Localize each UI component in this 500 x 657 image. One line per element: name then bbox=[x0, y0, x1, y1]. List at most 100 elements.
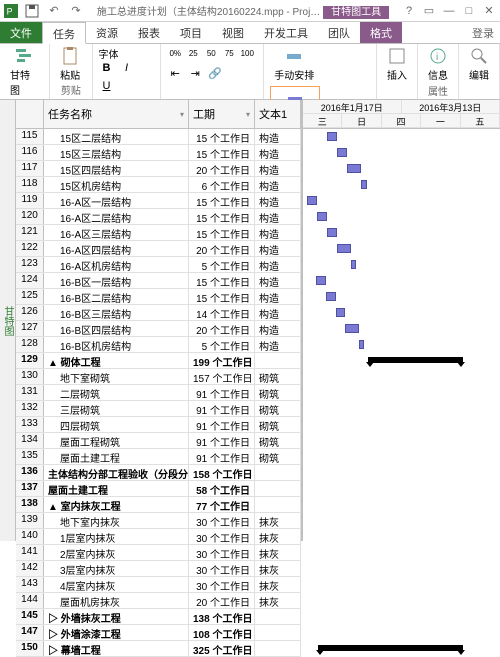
font-label[interactable]: 字体 bbox=[99, 46, 119, 61]
pct50-icon[interactable]: 50 bbox=[203, 46, 219, 60]
row-num[interactable]: 124 bbox=[16, 273, 44, 288]
row-num[interactable]: 128 bbox=[16, 337, 44, 352]
row-num[interactable]: 131 bbox=[16, 385, 44, 400]
text1-cell[interactable]: 构造 bbox=[255, 273, 301, 288]
duration-cell[interactable]: 138 个工作日 bbox=[189, 609, 255, 624]
duration-cell[interactable]: 15 个工作日 bbox=[189, 145, 255, 160]
pct0-icon[interactable]: 0% bbox=[167, 46, 183, 60]
link-icon[interactable]: 🔗 bbox=[207, 67, 223, 81]
info-button[interactable]: i信息 bbox=[424, 46, 452, 82]
duration-cell[interactable]: 91 个工作日 bbox=[189, 433, 255, 448]
task-name-cell[interactable]: 主体结构分部工程验收（分段分层） bbox=[44, 465, 189, 480]
paste-button[interactable]: 粘贴 bbox=[56, 46, 84, 82]
task-name-cell[interactable]: 二层砌筑 bbox=[44, 385, 189, 400]
text1-cell[interactable]: 抹灰 bbox=[255, 545, 301, 560]
text1-cell[interactable]: 构造 bbox=[255, 257, 301, 272]
task-name-cell[interactable]: 16-B区机房结构 bbox=[44, 337, 189, 352]
insert-button[interactable]: 插入 bbox=[383, 46, 411, 82]
task-name-cell[interactable]: 地下室内抹灰 bbox=[44, 513, 189, 528]
tab-file[interactable]: 文件 bbox=[0, 22, 42, 43]
row-num[interactable]: 130 bbox=[16, 369, 44, 384]
text1-cell[interactable]: 砌筑 bbox=[255, 449, 301, 464]
table-row[interactable]: 11615区三层结构15 个工作日构造 bbox=[16, 145, 301, 161]
task-name-cell[interactable]: ▲ 室内抹灰工程 bbox=[44, 497, 189, 512]
gantt-button[interactable]: 甘特图 bbox=[6, 46, 43, 97]
row-num[interactable]: 135 bbox=[16, 449, 44, 464]
task-name-cell[interactable]: 屋面机房抹灰 bbox=[44, 593, 189, 608]
table-row[interactable]: 150▷ 幕墙工程325 个工作日 bbox=[16, 641, 301, 657]
task-name-cell[interactable]: 15区三层结构 bbox=[44, 145, 189, 160]
undo-icon[interactable]: ↶ bbox=[46, 4, 62, 18]
row-num[interactable]: 118 bbox=[16, 177, 44, 192]
task-name-cell[interactable]: 16-B区二层结构 bbox=[44, 289, 189, 304]
task-name-cell[interactable]: 2层室内抹灰 bbox=[44, 545, 189, 560]
table-row[interactable]: 137屋面土建工程58 个工作日 bbox=[16, 481, 301, 497]
gantt-bar[interactable] bbox=[359, 340, 364, 349]
task-name-cell[interactable]: 屋面土建工程 bbox=[44, 449, 189, 464]
task-name-cell[interactable]: 16-B区一层结构 bbox=[44, 273, 189, 288]
row-num[interactable]: 144 bbox=[16, 593, 44, 608]
row-num[interactable]: 139 bbox=[16, 513, 44, 528]
text1-cell[interactable]: 构造 bbox=[255, 161, 301, 176]
task-name-cell[interactable]: 16-B区四层结构 bbox=[44, 321, 189, 336]
row-num[interactable]: 129 bbox=[16, 353, 44, 368]
table-row[interactable]: 147▷ 外墙涂漆工程108 个工作日 bbox=[16, 625, 301, 641]
duration-cell[interactable]: 91 个工作日 bbox=[189, 385, 255, 400]
text1-cell[interactable]: 砌筑 bbox=[255, 401, 301, 416]
duration-cell[interactable]: 5 个工作日 bbox=[189, 257, 255, 272]
duration-cell[interactable]: 30 个工作日 bbox=[189, 545, 255, 560]
gantt-bar[interactable] bbox=[326, 292, 336, 301]
table-row[interactable]: 139地下室内抹灰30 个工作日抹灰 bbox=[16, 513, 301, 529]
window-min-icon[interactable]: — bbox=[442, 5, 456, 17]
duration-cell[interactable]: 58 个工作日 bbox=[189, 481, 255, 496]
task-name-cell[interactable]: ▷ 外墙抹灰工程 bbox=[44, 609, 189, 624]
text1-cell[interactable]: 抹灰 bbox=[255, 529, 301, 544]
gantt-bar[interactable] bbox=[361, 180, 367, 189]
pct100-icon[interactable]: 100 bbox=[239, 46, 255, 60]
redo-icon[interactable]: ↷ bbox=[68, 4, 84, 18]
tab-project[interactable]: 项目 bbox=[170, 22, 212, 43]
duration-cell[interactable]: 15 个工作日 bbox=[189, 129, 255, 144]
table-row[interactable]: 1434层室内抹灰30 个工作日抹灰 bbox=[16, 577, 301, 593]
manual-button[interactable]: 手动安排 bbox=[270, 46, 318, 82]
table-row[interactable]: 135屋面土建工程91 个工作日砌筑 bbox=[16, 449, 301, 465]
task-name-cell[interactable]: 16-A区四层结构 bbox=[44, 241, 189, 256]
gantt-bar[interactable] bbox=[307, 196, 317, 205]
gantt-bar[interactable] bbox=[327, 228, 337, 237]
duration-cell[interactable]: 30 个工作日 bbox=[189, 577, 255, 592]
table-row[interactable]: 11815区机房结构6 个工作日构造 bbox=[16, 177, 301, 193]
duration-cell[interactable]: 199 个工作日 bbox=[189, 353, 255, 368]
row-num[interactable]: 142 bbox=[16, 561, 44, 576]
gantt-bar[interactable] bbox=[337, 244, 351, 253]
row-num[interactable]: 123 bbox=[16, 257, 44, 272]
row-num[interactable]: 147 bbox=[16, 625, 44, 640]
text1-cell[interactable]: 构造 bbox=[255, 209, 301, 224]
task-name-cell[interactable]: 4层室内抹灰 bbox=[44, 577, 189, 592]
tab-team[interactable]: 团队 bbox=[318, 22, 360, 43]
table-row[interactable]: 131二层砌筑91 个工作日砌筑 bbox=[16, 385, 301, 401]
text1-cell[interactable]: 抹灰 bbox=[255, 577, 301, 592]
table-row[interactable]: 11916-A区一层结构15 个工作日构造 bbox=[16, 193, 301, 209]
duration-cell[interactable]: 15 个工作日 bbox=[189, 209, 255, 224]
text1-cell[interactable]: 构造 bbox=[255, 193, 301, 208]
gantt-bar[interactable] bbox=[337, 148, 347, 157]
duration-cell[interactable]: 30 个工作日 bbox=[189, 529, 255, 544]
duration-cell[interactable]: 15 个工作日 bbox=[189, 193, 255, 208]
row-num[interactable]: 136 bbox=[16, 465, 44, 480]
row-num[interactable]: 138 bbox=[16, 497, 44, 512]
task-name-cell[interactable]: 15区二层结构 bbox=[44, 129, 189, 144]
task-name-cell[interactable]: 屋面工程砌筑 bbox=[44, 433, 189, 448]
duration-cell[interactable]: 20 个工作日 bbox=[189, 321, 255, 336]
row-num[interactable]: 134 bbox=[16, 433, 44, 448]
row-num[interactable]: 141 bbox=[16, 545, 44, 560]
row-num[interactable]: 125 bbox=[16, 289, 44, 304]
task-name-cell[interactable]: ▲ 砌体工程 bbox=[44, 353, 189, 368]
task-name-cell[interactable]: 16-A区一层结构 bbox=[44, 193, 189, 208]
chevron-down-icon[interactable]: ▾ bbox=[180, 110, 184, 119]
row-num[interactable]: 119 bbox=[16, 193, 44, 208]
gantt-bar[interactable] bbox=[347, 164, 361, 173]
row-num[interactable]: 117 bbox=[16, 161, 44, 176]
table-row[interactable]: 145▷ 外墙抹灰工程138 个工作日 bbox=[16, 609, 301, 625]
row-num[interactable]: 115 bbox=[16, 129, 44, 144]
table-row[interactable]: 129▲ 砌体工程199 个工作日 bbox=[16, 353, 301, 369]
